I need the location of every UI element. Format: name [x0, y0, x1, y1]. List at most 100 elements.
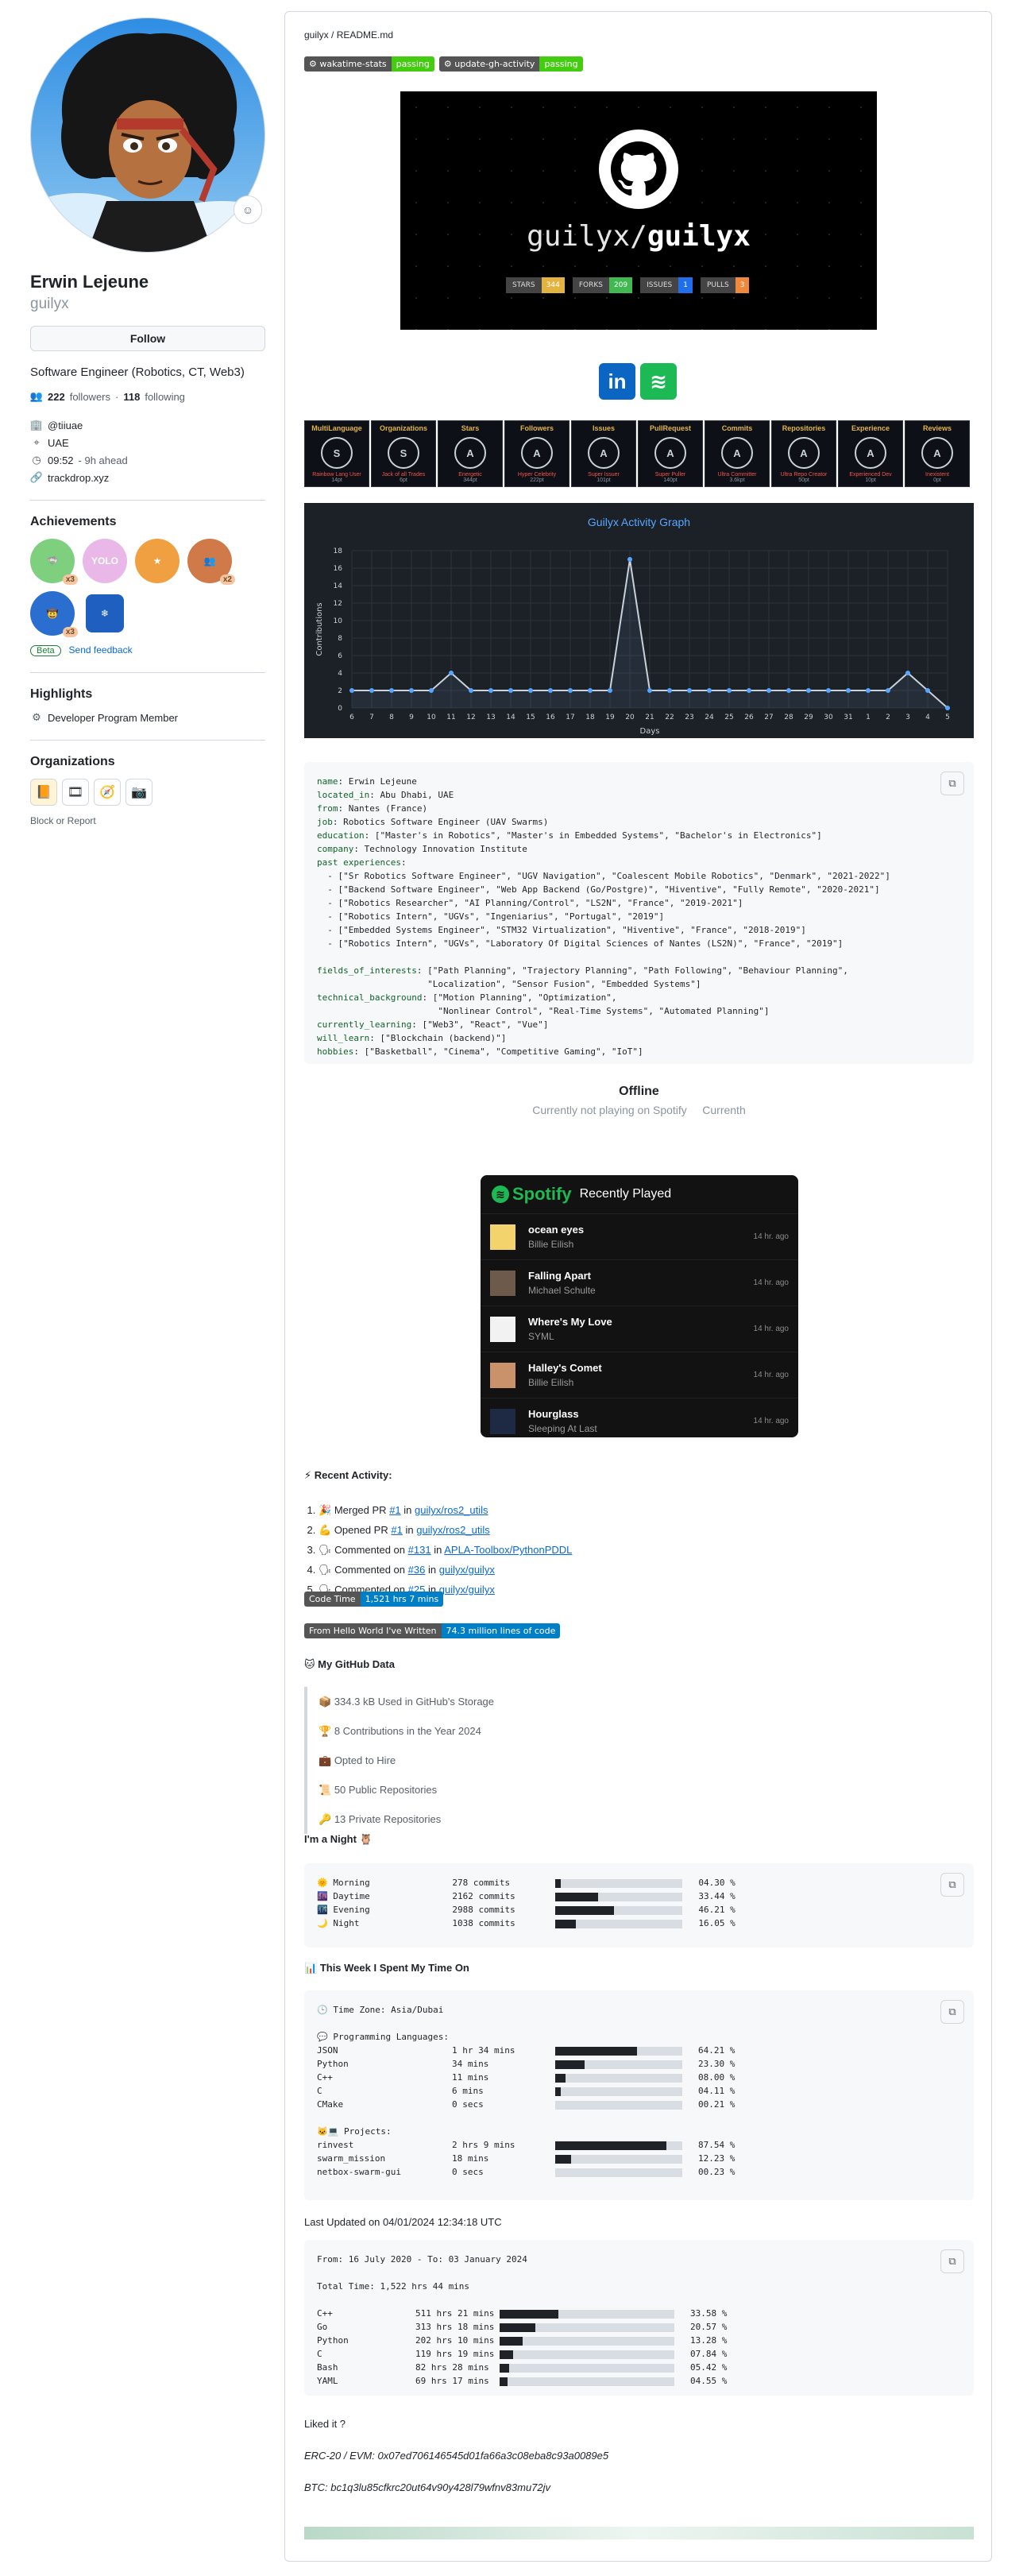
track-row[interactable]: Hourglass Sleeping At Last 14 hr. ago — [481, 1398, 798, 1437]
x-tick-label: 22 — [665, 714, 674, 721]
achievement-pull-shark[interactable]: 🦈 x3 — [30, 539, 78, 585]
commit-time-row: 🌃 Evening 2988 commits 46.21 % — [317, 1903, 961, 1917]
workflow-badge[interactable]: ⚙ wakatime-stats passing — [304, 56, 434, 72]
languages-heading: 💬 Programming Languages: — [317, 2032, 450, 2042]
copy-icon[interactable]: ⧉ — [940, 1873, 964, 1897]
achievement-quickdraw[interactable]: 🤠 x3 — [30, 591, 78, 637]
trophy-card[interactable]: Repositories A Ultra Repo Creator 50pt — [771, 420, 836, 487]
stat-row: netbox-swarm-gui 0 secs 00.23 % — [317, 2165, 961, 2179]
website-link[interactable]: trackdrop.xyz — [48, 472, 109, 484]
activity-ref-link[interactable]: #1 — [391, 1524, 402, 1536]
x-tick-label: 27 — [764, 714, 773, 721]
achievement-arctic-code-vault[interactable]: ❄ — [86, 594, 124, 632]
org-avatar[interactable]: 🎞 — [62, 779, 89, 806]
copy-icon[interactable]: ⧉ — [940, 772, 964, 795]
achievement-pair-extraordinaire[interactable]: 👥 x2 — [187, 539, 235, 585]
activity-ref-link[interactable]: #1 — [389, 1504, 400, 1516]
track-artist: Michael Schulte — [528, 1285, 596, 1296]
y-tick-label: 18 — [334, 547, 343, 555]
code-time-badge[interactable]: Code Time 1,521 hrs 7 mins — [304, 1592, 444, 1607]
trophy-card[interactable]: MultiLanguage S Rainbow Lang User 14pt — [304, 420, 369, 487]
repo-banner[interactable]: guilyx/guilyx STARS 344 FORKS 209 ISSUES 1 … — [400, 91, 877, 330]
stat-row: Go 313 hrs 18 mins 20.57 % — [317, 2320, 961, 2334]
trophy-card[interactable]: Experience A Experienced Dev 10pt — [838, 420, 903, 487]
activity-repo-link[interactable]: guilyx/ros2_utils — [416, 1524, 490, 1536]
trophy-card[interactable]: Commits A Ultra Committer 3.6kpt — [705, 420, 770, 487]
org-avatar[interactable]: 📷 — [125, 779, 153, 806]
spotify-icon[interactable]: ≋ — [640, 363, 677, 400]
activity-repo-link[interactable]: guilyx/guilyx — [439, 1584, 495, 1595]
progress-track — [509, 2363, 674, 2373]
company-link[interactable]: @tiiuae — [48, 420, 83, 431]
activity-repo-link[interactable]: guilyx/guilyx — [439, 1564, 495, 1576]
row-percent: 04.11 % — [698, 2086, 736, 2096]
yaml-key: from — [317, 803, 338, 814]
following-count[interactable]: 118 — [123, 391, 140, 403]
track-row[interactable]: Falling Apart Michael Schulte 14 hr. ago — [481, 1259, 798, 1305]
achievement-yolo[interactable]: YOLO — [83, 539, 127, 583]
yaml-value: ["Master's in Robotics", "Master's in Em… — [369, 830, 822, 841]
activity-graph[interactable]: Guilyx Activity Graph 0 2 4 6 8 10 12 14 16 18 6 7 8… — [304, 503, 974, 738]
stat-row: C++ 11 mins 08.00 % — [317, 2071, 961, 2084]
path-file[interactable]: README.md — [337, 29, 393, 41]
row-label: C++ — [317, 2072, 333, 2083]
following-label[interactable]: following — [145, 391, 185, 403]
copy-icon[interactable]: ⧉ — [940, 2249, 964, 2273]
github-data-text: Opted to Hire — [334, 1754, 396, 1766]
trophy-card[interactable]: Issues A Super Issuer 101pt — [571, 420, 636, 487]
activity-icon: 🎉 — [319, 1504, 332, 1516]
activity-ref-link[interactable]: #36 — [408, 1564, 426, 1576]
path-user[interactable]: guilyx — [304, 29, 329, 41]
trophy-subtitle: Ultra Repo Creator — [780, 472, 828, 478]
trophy-icon: S — [321, 437, 353, 469]
activity-repo-link[interactable]: guilyx/ros2_utils — [415, 1504, 488, 1516]
trophy-card[interactable]: Stars A Energetic 344pt — [438, 420, 503, 487]
highlight-text[interactable]: Developer Program Member — [48, 712, 178, 724]
trophy-card[interactable]: Followers A Hyper Celebrity 222pt — [504, 420, 569, 487]
set-status-button[interactable]: ☺ — [234, 195, 262, 224]
trophy-card[interactable]: Organizations S Jack of all Trades 6pt — [371, 420, 436, 487]
track-artist: SYML — [528, 1331, 554, 1342]
track-row[interactable]: Halley's Comet Billie Eilish 14 hr. ago — [481, 1352, 798, 1398]
followers-label[interactable]: followers — [70, 391, 110, 403]
yaml-key: currently_learning — [317, 1019, 412, 1030]
activity-ref-link[interactable]: #131 — [408, 1544, 431, 1556]
copy-icon[interactable]: ⧉ — [940, 2000, 964, 2024]
x-tick-label: 14 — [506, 714, 515, 721]
activity-repo-link[interactable]: APLA-Toolbox/PythonPDDL — [444, 1544, 572, 1556]
avatar[interactable] — [30, 17, 265, 253]
github-data-item: 🏆 8 Contributions in the Year 2024 — [319, 1716, 494, 1746]
x-tick-label: 30 — [824, 714, 833, 721]
trophy-subtitle: Super Puller — [654, 472, 686, 478]
track-row[interactable]: ocean eyes Billie Eilish 14 hr. ago — [481, 1213, 798, 1259]
linkedin-icon[interactable]: in — [599, 363, 635, 400]
yaml-content: name: Erwin Lejeune located_in: Abu Dhabi… — [317, 775, 961, 1058]
spotify-recently-played[interactable]: ≋ Spotify Recently Played ocean eyes Bill… — [481, 1175, 798, 1437]
trophy-card[interactable]: PullRequest A Super Puller 140pt — [638, 420, 703, 487]
row-label: C — [317, 2086, 322, 2096]
github-data-text: 334.3 kB Used in GitHub's Storage — [334, 1696, 495, 1708]
block-report-link[interactable]: Block or Report — [30, 815, 265, 826]
trophy-card[interactable]: Reviews A Inexistent 0pt — [905, 420, 970, 487]
lines-written-badge[interactable]: From Hello World I've Written 74.3 millio… — [304, 1623, 561, 1638]
y-tick-label: 2 — [338, 687, 342, 695]
progress-fill — [555, 2154, 571, 2164]
github-data-icon: 🏆 — [319, 1725, 332, 1737]
avatar-wrapper: ☺ — [30, 17, 265, 253]
achievement-starstruck[interactable]: ★ — [135, 539, 180, 583]
followers-count[interactable]: 222 — [48, 391, 65, 403]
banner-user: guilyx/ — [527, 220, 647, 253]
banner-stat: FORKS 209 — [572, 277, 633, 293]
trophy-title: Issues — [592, 424, 616, 432]
track-row[interactable]: Where's My Love SYML 14 hr. ago — [481, 1305, 798, 1352]
send-feedback-link[interactable]: Send feedback — [69, 644, 133, 656]
divider — [30, 740, 265, 741]
data-point — [786, 688, 791, 693]
org-avatar[interactable]: 🧭 — [94, 779, 121, 806]
follow-button[interactable]: Follow — [30, 326, 265, 351]
org-avatar[interactable]: 📙 — [30, 779, 57, 806]
album-cover — [490, 1316, 515, 1342]
progress-track — [637, 2046, 682, 2056]
data-point — [846, 688, 851, 693]
workflow-badge[interactable]: ⚙ update-gh-activity passing — [438, 56, 583, 72]
